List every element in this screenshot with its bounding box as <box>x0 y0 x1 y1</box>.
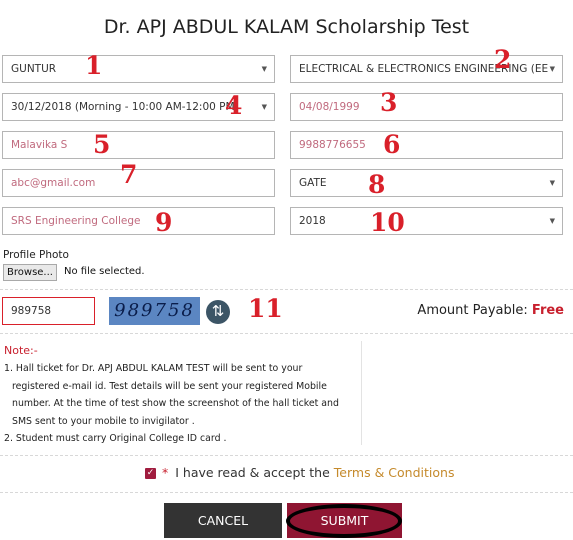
file-status: No file selected. <box>64 266 145 277</box>
captcha-input-value: 989758 <box>11 305 52 317</box>
dropdown-arrow-icon: ▼ <box>261 65 267 73</box>
amount-value: Free <box>531 303 564 318</box>
terms-checkbox[interactable]: ✓ <box>145 468 156 479</box>
divider <box>0 455 573 456</box>
submit-button[interactable]: SUBMIT <box>287 503 402 538</box>
marker-10: 10 <box>370 208 405 237</box>
year-value: 2018 <box>299 215 326 227</box>
terms-text: I have read & accept the <box>175 465 330 480</box>
dropdown-arrow-icon: ▼ <box>261 103 267 111</box>
district-select[interactable]: GUNTUR ▼ <box>2 55 275 83</box>
captcha-image: 989758 <box>109 297 200 325</box>
branch-value: ELECTRICAL & ELECTRONICS ENGINEERING (EE… <box>299 63 555 75</box>
terms-row: ✓ * I have read & accept the Terms & Cond… <box>145 465 454 480</box>
note-item: 1. Hall ticket for Dr. APJ ABDUL KALAM T… <box>4 363 339 427</box>
dropdown-arrow-icon: ▼ <box>549 179 555 187</box>
note-list: 1. Hall ticket for Dr. APJ ABDUL KALAM T… <box>4 360 349 448</box>
college-field[interactable]: SRS Engineering College <box>2 207 275 235</box>
browse-button[interactable]: Browse... <box>3 264 57 281</box>
page-title: Dr. APJ ABDUL KALAM Scholarship Test <box>103 16 470 38</box>
marker-8: 8 <box>368 170 386 199</box>
divider <box>0 333 573 334</box>
district-value: GUNTUR <box>11 63 57 75</box>
marker-7: 7 <box>120 160 138 189</box>
exam-select[interactable]: GATE ▼ <box>290 169 563 197</box>
note-title: Note:- <box>4 344 38 357</box>
marker-6: 6 <box>383 130 401 159</box>
terms-link[interactable]: Terms & Conditions <box>334 465 455 480</box>
note-item: 2. Student must carry Original College I… <box>4 433 227 444</box>
dropdown-arrow-icon: ▼ <box>547 56 555 82</box>
cancel-button[interactable]: CANCEL <box>164 503 282 538</box>
required-star: * <box>162 465 169 480</box>
marker-4: 4 <box>225 91 243 120</box>
vertical-divider <box>361 341 362 445</box>
email-field[interactable]: abc@gmail.com <box>2 169 275 197</box>
year-select[interactable]: 2018 ▼ <box>290 207 563 235</box>
marker-9: 9 <box>155 208 173 237</box>
marker-1: 1 <box>85 51 103 80</box>
amount-label: Amount Payable: <box>417 303 528 318</box>
dob-placeholder: 04/08/1999 <box>299 101 360 113</box>
marker-11: 11 <box>248 294 283 323</box>
mobile-value: 9988776655 <box>299 139 366 151</box>
profile-photo-label: Profile Photo <box>3 249 69 261</box>
marker-5: 5 <box>93 130 111 159</box>
dropdown-arrow-icon: ▼ <box>549 217 555 225</box>
dob-field[interactable]: 04/08/1999 <box>290 93 563 121</box>
divider <box>0 289 573 290</box>
college-value: SRS Engineering College <box>11 215 141 227</box>
name-field[interactable]: Malavika S <box>2 131 275 159</box>
mobile-field[interactable]: 9988776655 <box>290 131 563 159</box>
exam-value: GATE <box>299 177 327 189</box>
divider <box>0 492 573 493</box>
name-value: Malavika S <box>11 139 68 151</box>
marker-2: 2 <box>494 45 512 74</box>
captcha-input[interactable]: 989758 <box>2 297 95 325</box>
branch-select[interactable]: ELECTRICAL & ELECTRONICS ENGINEERING (EE… <box>290 55 563 83</box>
email-value: abc@gmail.com <box>11 177 96 189</box>
marker-3: 3 <box>380 88 398 117</box>
amount-payable: Amount Payable: Free <box>417 303 564 318</box>
slot-value: 30/12/2018 (Morning - 10:00 AM-12:00 PM) <box>11 101 239 113</box>
refresh-captcha-icon[interactable]: ⇅ <box>206 300 230 324</box>
